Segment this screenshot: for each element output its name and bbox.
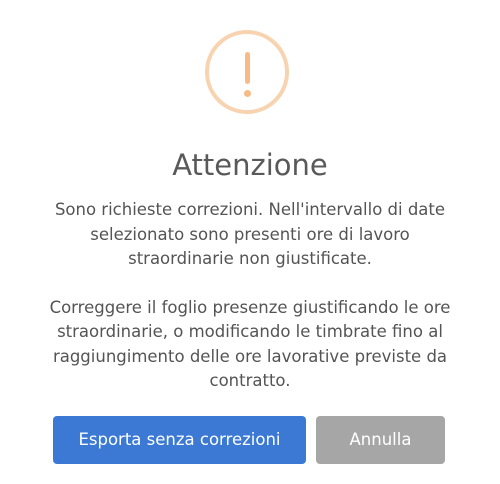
message-1-line-1: Sono richieste correzioni. Nell'interval… xyxy=(54,200,446,219)
message-2-line-3: raggiungimento delle ore lavorative prev… xyxy=(52,346,448,366)
dialog-message: Sono richieste correzioni. Nell'interval… xyxy=(20,198,480,394)
message-1-line-2: selezionato sono presenti ore di lavoro xyxy=(90,224,410,244)
message-2-line-2: straordinarie, o modificando le timbrate… xyxy=(57,322,443,341)
export-without-corrections-button[interactable]: Esporta senza correzioni xyxy=(53,416,306,464)
message-2-line-4: contratto. xyxy=(209,371,291,390)
dialog-title: Attenzione xyxy=(172,148,328,182)
cancel-button[interactable]: Annulla xyxy=(316,416,445,464)
warning-icon xyxy=(205,30,289,114)
warning-icon-bar xyxy=(245,52,250,84)
message-1-line-3: straordinarie non giustificate. xyxy=(128,249,372,268)
message-paragraph-2: Correggere il foglio presenze giustifica… xyxy=(20,296,480,394)
message-2-line-1: Correggere il foglio presenze giustifica… xyxy=(49,297,451,317)
message-paragraph-1: Sono richieste correzioni. Nell'interval… xyxy=(20,198,480,272)
warning-icon-dot xyxy=(244,90,251,97)
warning-dialog: Attenzione Sono richieste correzioni. Ne… xyxy=(0,0,500,484)
